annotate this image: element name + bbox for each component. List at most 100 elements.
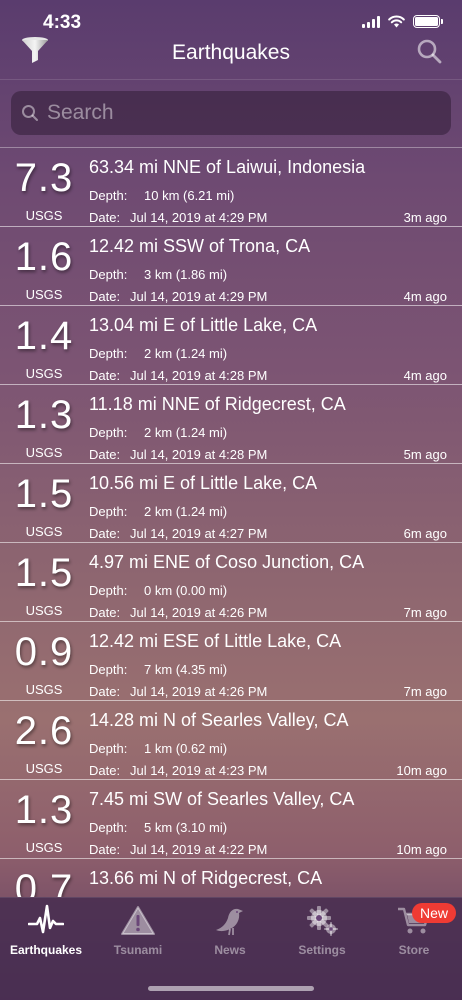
depth-label: Depth:: [89, 188, 128, 203]
location-title: 13.04 mi E of Little Lake, CA: [89, 315, 318, 335]
nav-divider: [0, 79, 462, 80]
time-ago: 6m ago: [403, 526, 447, 541]
list-item[interactable]: 1.4 USGS 13.04 mi E of Little Lake, CA D…: [0, 306, 462, 385]
tab-settings[interactable]: Settings: [276, 898, 368, 968]
time-ago: 10m ago: [396, 842, 447, 857]
location-title: 7.45 mi SW of Searles Valley, CA: [89, 789, 355, 809]
depth-value: 1 km (0.62 mi): [144, 741, 228, 756]
source-label: USGS: [25, 603, 63, 618]
date-value: Jul 14, 2019 at 4:28 PM: [130, 368, 268, 383]
tab-label: Earthquakes: [9, 943, 83, 957]
tab-earthquakes[interactable]: Earthquakes: [0, 898, 92, 968]
date-value: Jul 14, 2019 at 4:28 PM: [130, 447, 268, 462]
magnitude: 1.3: [14, 393, 74, 437]
time-ago: 7m ago: [403, 684, 447, 699]
list-item[interactable]: 1.5 USGS 10.56 mi E of Little Lake, CA D…: [0, 464, 462, 543]
list-item[interactable]: 1.3 USGS 7.45 mi SW of Searles Valley, C…: [0, 780, 462, 859]
time-ago: 10m ago: [396, 763, 447, 778]
date-label: Date:: [89, 684, 121, 699]
depth-value: 10 km (6.21 mi): [144, 188, 235, 203]
depth-value: 0 km (0.00 mi): [144, 583, 228, 598]
search-icon[interactable]: [416, 38, 442, 64]
bird-icon: [216, 908, 243, 936]
tab-label: Tsunami: [113, 943, 163, 957]
depth-value: 5 km (3.10 mi): [144, 820, 228, 835]
date-label: Date:: [89, 605, 121, 620]
location-title: 14.28 mi N of Searles Valley, CA: [89, 710, 349, 730]
time-ago: 7m ago: [403, 605, 447, 620]
magnitude: 2.6: [14, 709, 74, 753]
search-field-icon: [22, 105, 38, 121]
date-value: Jul 14, 2019 at 4:27 PM: [130, 526, 268, 541]
source-label: USGS: [25, 208, 63, 223]
date-value: Jul 14, 2019 at 4:22 PM: [130, 842, 268, 857]
source-label: USGS: [25, 366, 63, 381]
wifi-icon: [388, 15, 405, 28]
location-title: 10.56 mi E of Little Lake, CA: [89, 473, 318, 493]
depth-label: Depth:: [89, 346, 128, 361]
magnitude: 1.4: [14, 314, 74, 358]
magnitude: 1.3: [14, 788, 74, 832]
magnitude: 7.3: [14, 156, 74, 200]
list-item[interactable]: 1.5 USGS 4.97 mi ENE of Coso Junction, C…: [0, 543, 462, 622]
magnitude: 1.5: [14, 472, 74, 516]
date-label: Date:: [89, 210, 121, 225]
date-label: Date:: [89, 526, 121, 541]
tab-label: Settings: [298, 943, 346, 957]
status-time: 4:33: [43, 12, 82, 33]
depth-value: 7 km (4.35 mi): [144, 662, 228, 677]
new-badge: New: [411, 903, 456, 923]
gear-icon: [307, 906, 338, 936]
tab-bar: Earthquakes Tsunami News Settings New St…: [0, 897, 462, 1000]
location-title: 63.34 mi NNE of Laiwui, Indonesia: [89, 157, 366, 177]
date-value: Jul 14, 2019 at 4:26 PM: [130, 684, 268, 699]
depth-value: 3 km (1.86 mi): [144, 267, 228, 282]
date-label: Date:: [89, 368, 121, 383]
date-label: Date:: [89, 763, 121, 778]
magnitude: 1.5: [14, 551, 74, 595]
depth-value: 2 km (1.24 mi): [144, 425, 228, 440]
nav-bar: Earthquakes: [0, 37, 462, 80]
source-label: USGS: [25, 445, 63, 460]
list-item[interactable]: 1.6 USGS 12.42 mi SSW of Trona, CA Depth…: [0, 227, 462, 306]
tab-tsunami[interactable]: Tsunami: [92, 898, 184, 968]
time-ago: 3m ago: [403, 210, 447, 225]
depth-label: Depth:: [89, 741, 128, 756]
location-title: 12.42 mi SSW of Trona, CA: [89, 236, 311, 256]
depth-label: Depth:: [89, 425, 128, 440]
depth-label: Depth:: [89, 267, 128, 282]
list-item[interactable]: 1.3 USGS 11.18 mi NNE of Ridgecrest, CA …: [0, 385, 462, 464]
date-value: Jul 14, 2019 at 4:29 PM: [130, 289, 268, 304]
depth-label: Depth:: [89, 820, 128, 835]
tab-label: Store: [398, 943, 430, 957]
depth-value: 2 km (1.24 mi): [144, 346, 228, 361]
seismograph-icon: [28, 904, 64, 934]
list-item[interactable]: 0.9 USGS 12.42 mi ESE of Little Lake, CA…: [0, 622, 462, 701]
list-item[interactable]: 2.6 USGS 14.28 mi N of Searles Valley, C…: [0, 701, 462, 780]
date-value: Jul 14, 2019 at 4:23 PM: [130, 763, 268, 778]
tab-store[interactable]: New Store: [368, 898, 460, 968]
date-label: Date:: [89, 289, 121, 304]
search-field[interactable]: [11, 91, 451, 135]
location-title: 11.18 mi NNE of Ridgecrest, CA: [89, 394, 346, 414]
status-bar: 4:33: [0, 0, 462, 44]
tab-label: News: [214, 943, 246, 957]
source-label: USGS: [25, 287, 63, 302]
warning-icon: [121, 906, 155, 935]
list-item[interactable]: 0.7 13.66 mi N of Ridgecrest, CA: [0, 859, 462, 897]
date-label: Date:: [89, 842, 121, 857]
earthquake-list[interactable]: 7.3 USGS 63.34 mi NNE of Laiwui, Indones…: [0, 147, 462, 897]
depth-label: Depth:: [89, 504, 128, 519]
source-label: USGS: [25, 840, 63, 855]
date-value: Jul 14, 2019 at 4:26 PM: [130, 605, 268, 620]
time-ago: 4m ago: [403, 368, 447, 383]
status-icons: [362, 15, 443, 28]
depth-label: Depth:: [89, 583, 128, 598]
search-input[interactable]: [47, 101, 427, 125]
location-title: 4.97 mi ENE of Coso Junction, CA: [89, 552, 365, 572]
list-item[interactable]: 7.3 USGS 63.34 mi NNE of Laiwui, Indones…: [0, 148, 462, 227]
battery-icon: [413, 15, 443, 28]
tab-news[interactable]: News: [184, 898, 276, 968]
location-title: 13.66 mi N of Ridgecrest, CA: [89, 868, 323, 888]
location-title: 12.42 mi ESE of Little Lake, CA: [89, 631, 342, 651]
